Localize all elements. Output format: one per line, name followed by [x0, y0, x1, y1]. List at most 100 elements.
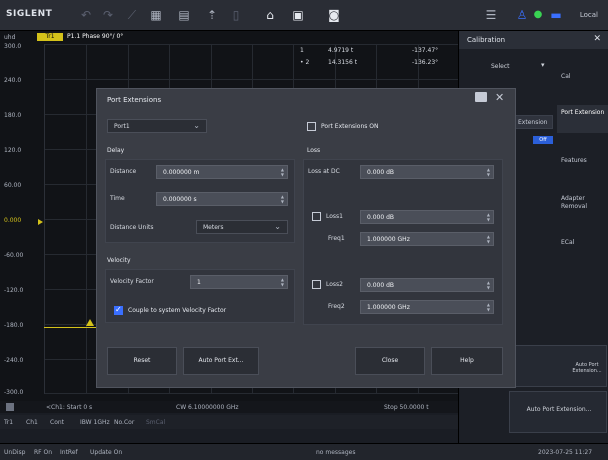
reset-button[interactable]: Reset: [107, 347, 177, 375]
auto-port-extension-button-2[interactable]: Auto Port Extension...: [509, 391, 607, 433]
delete-icon[interactable]: ▯: [228, 7, 244, 23]
loss2-checkbox[interactable]: [312, 280, 321, 289]
status-datetime: 2023-07-25 11:27: [538, 449, 593, 456]
brand-logo: SIGLENT: [6, 9, 53, 19]
spinner-icon[interactable]: ▲ ▼: [487, 302, 490, 312]
user-icon[interactable]: ♙: [514, 7, 530, 23]
reference-level-icon[interactable]: [38, 219, 43, 225]
trace-title[interactable]: P1.1 Phase 90°/ 0°: [67, 33, 123, 40]
auto-port-extension-button-1[interactable]: Auto Port Extension...: [509, 345, 607, 387]
camera-icon[interactable]: ◙: [326, 7, 342, 23]
top-toolbar: SIGLENT ↶ ↷ ⟋ ▦ ▤ ⇡ ▯ ⌂ ▣ ◙ ☰ ♙ ● ▬ Loca…: [0, 0, 608, 31]
delay-group: Distance 0.000000 m ▲ ▼ Time 0.000000 s ▲…: [105, 159, 295, 243]
status-cor[interactable]: No.Cor: [114, 419, 134, 426]
local-label: Local: [579, 11, 598, 19]
distance-units-select[interactable]: Meters ⌄: [196, 220, 288, 234]
port-extensions-on-checkbox[interactable]: [307, 122, 316, 131]
auto-port-ext-button[interactable]: Auto Port Ext...: [183, 347, 259, 375]
window-icon[interactable]: ▤: [176, 7, 192, 23]
marker-row: 1 4.9719 t -137.47°: [300, 47, 439, 54]
spinner-icon[interactable]: ▲ ▼: [487, 234, 490, 244]
chevron-down-icon: ▾: [541, 61, 545, 69]
freq1-field[interactable]: 1.000000 GHz ▲ ▼: [360, 232, 494, 246]
velocity-factor-field[interactable]: 1 ▲ ▼: [190, 275, 288, 289]
port-extensions-dialog: Port Extensions ✕ Port1 ⌄ Port Extension…: [96, 88, 516, 388]
y-tick: -120.0: [4, 287, 24, 294]
redo-icon[interactable]: ↷: [100, 7, 116, 23]
status-messages: no messages: [316, 449, 356, 456]
chevron-down-icon: ⌄: [274, 222, 281, 231]
spinner-icon[interactable]: ▲ ▼: [281, 277, 284, 287]
spinner-icon[interactable]: ▲ ▼: [487, 212, 490, 222]
panel-header[interactable]: Calibration ✕: [459, 31, 608, 49]
status-smcal: SmCal: [146, 419, 166, 426]
save-icon[interactable]: ▣: [290, 7, 306, 23]
status-tr[interactable]: Tr1: [4, 419, 13, 426]
keyboard-icon[interactable]: [475, 92, 487, 102]
menu-icon[interactable]: ☰: [483, 7, 499, 23]
status-update[interactable]: Update On: [90, 449, 122, 456]
loss-dc-field[interactable]: 0.000 dB ▲ ▼: [360, 165, 494, 179]
loss1-checkbox[interactable]: [312, 212, 321, 221]
battery-icon: ▬: [550, 8, 562, 22]
couple-velocity-checkbox[interactable]: [114, 305, 123, 315]
extension-off-toggle[interactable]: Off: [533, 136, 553, 144]
signal-icon: ●: [533, 9, 543, 20]
sweep-status-bar: <Ch1: Start 0 s CW 6.10000000 GHz Stop 5…: [0, 401, 458, 413]
dialog-title: Port Extensions: [107, 96, 162, 104]
start-freq[interactable]: <Ch1: Start 0 s: [46, 404, 92, 411]
delay-heading: Delay: [107, 147, 125, 154]
panel-title: Calibration: [467, 36, 506, 44]
status-rf[interactable]: RF On: [34, 449, 52, 456]
loss-group: Loss at DC 0.000 dB ▲ ▼ Loss1 0.000 dB ▲ ▼…: [303, 159, 503, 325]
stop-freq[interactable]: Stop 50.0000 t: [384, 404, 429, 411]
close-button[interactable]: Close: [355, 347, 425, 375]
velocity-factor-label: Velocity Factor: [110, 278, 154, 285]
status-undisp[interactable]: UnDisp: [4, 449, 25, 456]
distance-label: Distance: [110, 168, 137, 175]
port-select[interactable]: Port1 ⌄: [107, 119, 207, 133]
select-dropdown[interactable]: Select ▾: [467, 59, 553, 75]
y-tick: -300.0: [4, 389, 24, 396]
status-ibw[interactable]: IBW 1GHz: [80, 419, 110, 426]
loss2-field[interactable]: 0.000 dB ▲ ▼: [360, 278, 494, 292]
tab-features[interactable]: Features: [557, 155, 608, 167]
spinner-icon[interactable]: ▲ ▼: [487, 280, 490, 290]
spinner-icon[interactable]: ▲ ▼: [281, 167, 284, 177]
spinner-icon[interactable]: ▲ ▼: [487, 167, 490, 177]
channel-square-icon[interactable]: [6, 403, 14, 411]
time-label: Time: [110, 195, 125, 202]
marker-tool-icon[interactable]: ⟋: [124, 7, 140, 23]
y-tick: 180.0: [4, 112, 22, 119]
loss-heading: Loss: [307, 147, 321, 154]
status-cont[interactable]: Cont: [50, 419, 64, 426]
loss2-label: Loss2: [326, 281, 343, 288]
layout-icon[interactable]: ▦: [148, 7, 164, 23]
trace-tag[interactable]: Tr1: [37, 33, 63, 41]
tab-cal[interactable]: Cal: [557, 71, 608, 83]
couple-velocity-label: Couple to system Velocity Factor: [128, 307, 227, 314]
freq2-field[interactable]: 1.000000 GHz ▲ ▼: [360, 300, 494, 314]
time-field[interactable]: 0.000000 s ▲ ▼: [156, 192, 288, 206]
close-icon[interactable]: ✕: [593, 34, 601, 44]
tab-adapter-removal[interactable]: Adapter Removal: [557, 193, 608, 213]
cw-freq[interactable]: CW 6.10000000 GHz: [176, 404, 239, 411]
tab-port-extension[interactable]: Port Extension: [557, 105, 608, 133]
tab-ecal[interactable]: ECal: [557, 237, 608, 249]
y-tick: 300.0: [4, 43, 22, 50]
marker-1-icon[interactable]: [86, 319, 94, 326]
marker-row: • 2 14.3156 t -136.23°: [300, 59, 439, 66]
undo-icon[interactable]: ↶: [78, 7, 94, 23]
loss1-field[interactable]: 0.000 dB ▲ ▼: [360, 210, 494, 224]
help-button[interactable]: Help: [431, 347, 503, 375]
spinner-icon[interactable]: ▲ ▼: [281, 194, 284, 204]
distance-field[interactable]: 0.000000 m ▲ ▼: [156, 165, 288, 179]
loss1-label: Loss1: [326, 213, 343, 220]
status-ref[interactable]: IntRef: [60, 449, 78, 456]
channel-status-bar: Tr1 Ch1 Cont IBW 1GHz No.Cor SmCal: [0, 415, 458, 429]
home-icon[interactable]: ⌂: [262, 7, 278, 23]
close-icon[interactable]: ✕: [495, 91, 504, 104]
trace-icon[interactable]: ⇡: [204, 7, 220, 23]
y-tick: 240.0: [4, 77, 22, 84]
status-ch[interactable]: Ch1: [26, 419, 38, 426]
